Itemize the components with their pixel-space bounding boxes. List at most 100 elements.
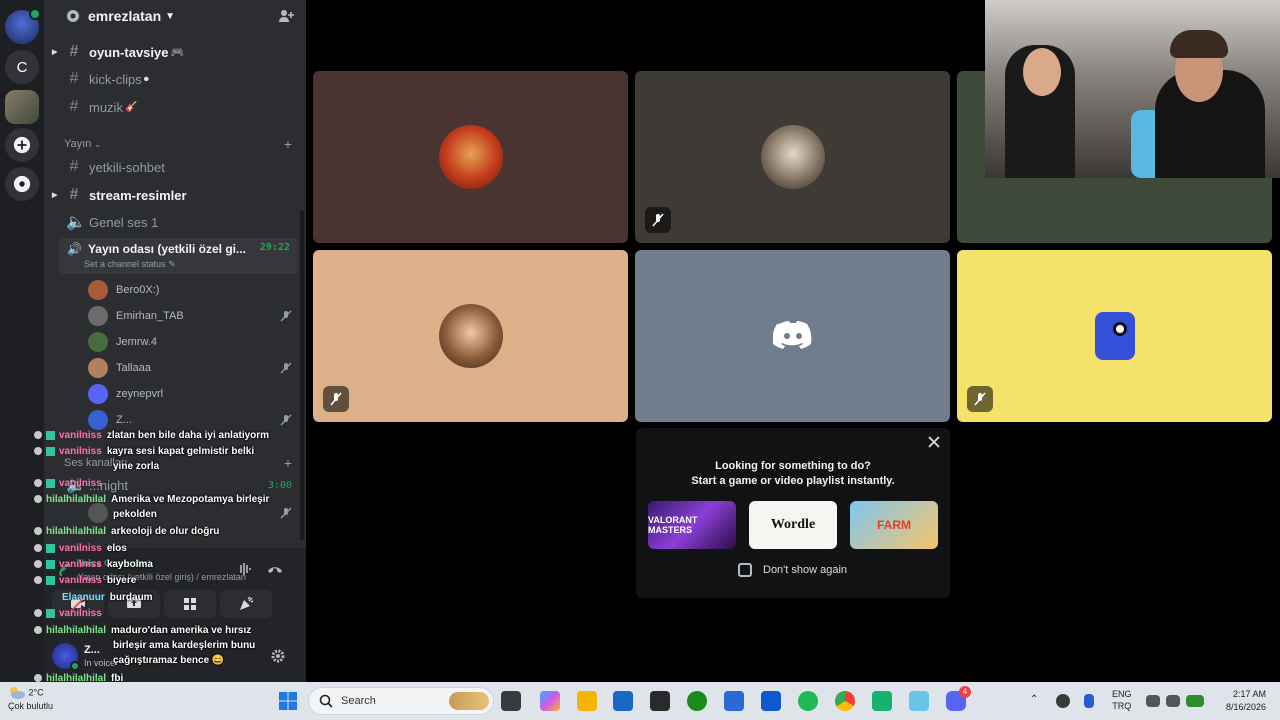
participant-tile[interactable] — [635, 250, 950, 422]
signal-icon[interactable] — [58, 563, 72, 577]
speaker-icon: 🔈 — [66, 214, 86, 231]
file-explorer-icon[interactable] — [577, 691, 597, 711]
chevron-up-icon[interactable]: ⌃ — [1030, 694, 1038, 705]
set-status-link[interactable]: Set a channel status — [84, 259, 166, 269]
soundboard-button[interactable] — [220, 590, 272, 618]
game-valorant[interactable]: VALORANT MASTERS — [648, 501, 736, 549]
category-yayin[interactable]: Yayın ⌄ + — [64, 136, 292, 152]
spotify-icon[interactable] — [798, 691, 818, 711]
checkbox[interactable] — [738, 563, 752, 577]
participant-tile[interactable] — [635, 71, 950, 243]
participant-tile[interactable] — [313, 71, 628, 243]
taskbar-search[interactable]: Search — [308, 687, 494, 715]
voice-member[interactable] — [88, 501, 292, 525]
invite-icon[interactable] — [278, 8, 294, 24]
create-channel-icon[interactable]: + — [284, 455, 292, 471]
voice-channel-name: Yayın odası (yetkili özel gi... — [87, 242, 247, 256]
weather-temp: 2°C — [28, 687, 44, 698]
channel-muzik[interactable]: # muzik 🎸 — [52, 95, 298, 119]
mic-icon[interactable] — [1084, 694, 1094, 708]
store-icon[interactable] — [613, 691, 633, 711]
avatar — [760, 125, 825, 189]
copilot-icon[interactable] — [540, 691, 560, 711]
streamer-head — [1023, 48, 1061, 96]
hash-icon: # — [69, 98, 79, 115]
xbox-icon[interactable] — [687, 691, 707, 711]
voice-channel-path[interactable]: Yayın odası (yetkili özel giriş) / emrez… — [78, 572, 246, 582]
avatar[interactable] — [52, 643, 80, 671]
channel-oyun-tavsiye[interactable]: ▶ # oyun-tavsiye 🎮 — [52, 40, 298, 64]
channel-kick-clips[interactable]: # kick-clips ⏺ — [52, 67, 298, 91]
game-farm[interactable]: FARM — [850, 501, 938, 549]
streamer-hair — [1170, 30, 1228, 58]
voice-member[interactable]: Emirhan_TAB — [88, 304, 292, 328]
home-avatar[interactable] — [5, 8, 41, 44]
chrome-icon[interactable] — [835, 691, 855, 711]
voice-member[interactable]: Bero0X:) — [88, 278, 292, 302]
soundboard-icon — [240, 596, 254, 610]
discord-logo-icon — [773, 321, 812, 349]
channel-yetkili-sohbet[interactable]: # yetkili-sohbet — [52, 155, 298, 179]
close-icon[interactable] — [926, 434, 942, 450]
tray-icon[interactable] — [1056, 694, 1070, 708]
muted-mic-icon — [974, 392, 986, 406]
windows-start-icon[interactable] — [278, 691, 298, 711]
create-channel-icon[interactable]: + — [284, 136, 292, 152]
discord-taskbar-icon[interactable]: 4 — [946, 686, 971, 711]
activity-heading: Looking for something to do? — [715, 460, 871, 472]
participant-tile[interactable] — [313, 250, 628, 422]
taskbar: 2°C Çok bulutlu Search 4 ⌃ ENG TRQ 2:17 … — [0, 682, 1280, 720]
outlook-icon[interactable] — [724, 691, 744, 711]
clock[interactable]: 2:17 AM 8/16/2026 — [1226, 688, 1266, 714]
category-ses-kanallari[interactable]: Ses kanalları + — [64, 455, 292, 471]
avatar — [88, 280, 108, 300]
game-wordle[interactable]: Wordle — [749, 501, 837, 549]
app-icon[interactable] — [909, 691, 929, 711]
task-view-icon[interactable] — [501, 691, 521, 711]
explore-button[interactable] — [5, 167, 39, 201]
battery-icon[interactable] — [1186, 695, 1204, 707]
weather-widget[interactable]: 2°C Çok bulutlu — [8, 686, 53, 712]
disconnect-icon[interactable] — [266, 562, 284, 576]
unread-arrow-icon: ▶ — [52, 192, 58, 199]
participant-tile[interactable] — [957, 250, 1272, 422]
avatar — [88, 410, 108, 430]
member-name: zeynepvrl — [116, 388, 164, 400]
activities-icon — [184, 598, 196, 610]
avatar — [88, 358, 108, 378]
weather-desc: Çok bulutlu — [8, 701, 54, 711]
server-c-label: C — [16, 58, 28, 76]
activities-button[interactable] — [164, 590, 216, 618]
scrollbar[interactable] — [300, 210, 304, 540]
voice-member[interactable]: zeynepvrl — [88, 382, 292, 406]
dont-show-again-checkbox[interactable]: Don't show again — [738, 563, 847, 577]
voice-member[interactable]: Z... — [88, 408, 292, 432]
add-server-button[interactable] — [5, 128, 39, 162]
active-voice-channel[interactable]: 🔊 Yayın odası (yetkili özel gi... 29:22 … — [59, 238, 298, 274]
network-icon[interactable] — [1146, 695, 1160, 707]
volume-icon[interactable] — [1166, 695, 1180, 707]
app-icon[interactable] — [650, 691, 670, 711]
app-icon[interactable] — [872, 691, 892, 711]
voice-member[interactable]: Tallaaa — [88, 356, 292, 380]
server-header[interactable]: emrezlatan ▼ — [44, 0, 306, 32]
channel-stream-resimler[interactable]: ▶ # stream-resimler — [52, 183, 298, 207]
channel-late-night[interactable]: 🔈 ...night 3:00 — [52, 473, 298, 497]
channel-emoji: ⏺ — [143, 73, 149, 85]
avatar — [438, 304, 503, 368]
time: 2:17 AM — [1232, 689, 1266, 699]
screen-share-button[interactable] — [108, 590, 160, 618]
voice-member[interactable]: Jemrw.4 — [88, 330, 292, 354]
language-indicator[interactable]: ENG TRQ — [1112, 688, 1132, 712]
member-name: Z... — [116, 414, 132, 426]
gear-icon[interactable] — [270, 648, 286, 664]
user-panel: Z... In voice — [44, 630, 306, 682]
server-avatar[interactable] — [5, 90, 39, 124]
server-c[interactable]: C — [5, 50, 39, 84]
noise-suppression-icon[interactable] — [236, 562, 252, 576]
channel-genel-ses[interactable]: 🔈 Genel ses 1 — [52, 210, 298, 234]
pencil-icon[interactable]: ✎ — [168, 259, 176, 269]
checkbox-label: Don't show again — [763, 564, 848, 576]
visual-studio-icon[interactable] — [761, 691, 781, 711]
video-toggle-button[interactable] — [52, 590, 104, 618]
